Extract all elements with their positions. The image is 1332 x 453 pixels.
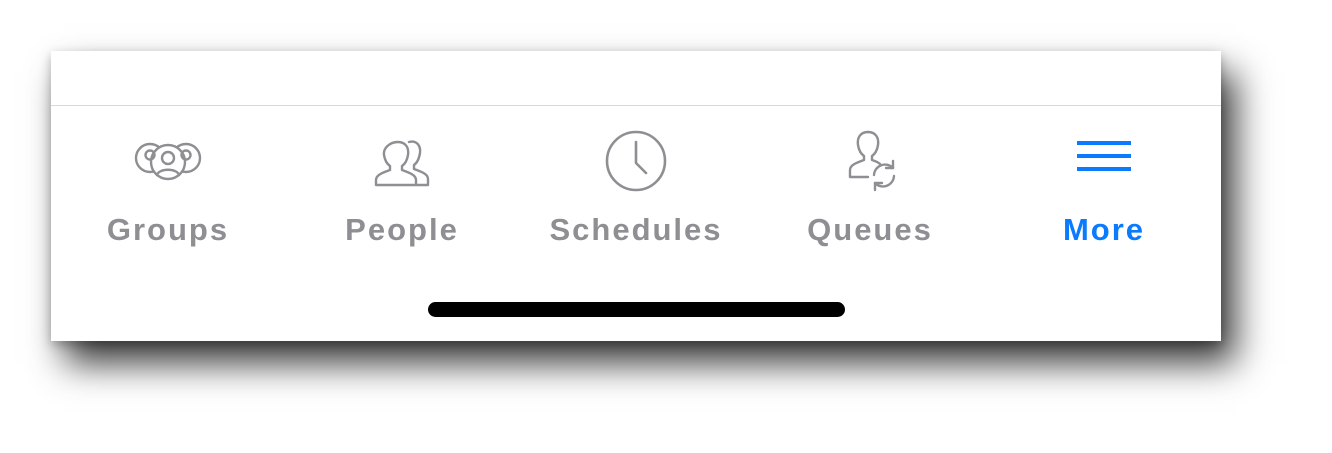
tab-bar-panel: Groups People Schedules Queues More xyxy=(51,51,1221,341)
tab-schedules-label: Schedules xyxy=(549,212,723,247)
groups-icon xyxy=(128,128,208,192)
tab-queues-label: Queues xyxy=(807,212,933,247)
people-icon xyxy=(362,128,442,192)
tab-schedules[interactable]: Schedules xyxy=(519,106,753,256)
tab-people[interactable]: People xyxy=(285,106,519,256)
hamburger-menu-icon xyxy=(1064,128,1144,192)
tab-queues[interactable]: Queues xyxy=(753,106,987,256)
clock-icon xyxy=(596,128,676,192)
tab-groups-label: Groups xyxy=(106,212,230,247)
queue-person-sync-icon xyxy=(830,128,910,192)
content-area-bottom xyxy=(51,51,1221,105)
tab-more[interactable]: More xyxy=(987,106,1221,256)
tab-more-label: More xyxy=(1062,212,1146,247)
screenshot-stage: Groups People Schedules Queues More xyxy=(0,0,1332,453)
tab-bar: Groups People Schedules Queues More xyxy=(51,106,1221,256)
tab-people-label: People xyxy=(345,212,459,247)
tab-groups[interactable]: Groups xyxy=(51,106,285,256)
home-indicator[interactable] xyxy=(428,302,845,317)
